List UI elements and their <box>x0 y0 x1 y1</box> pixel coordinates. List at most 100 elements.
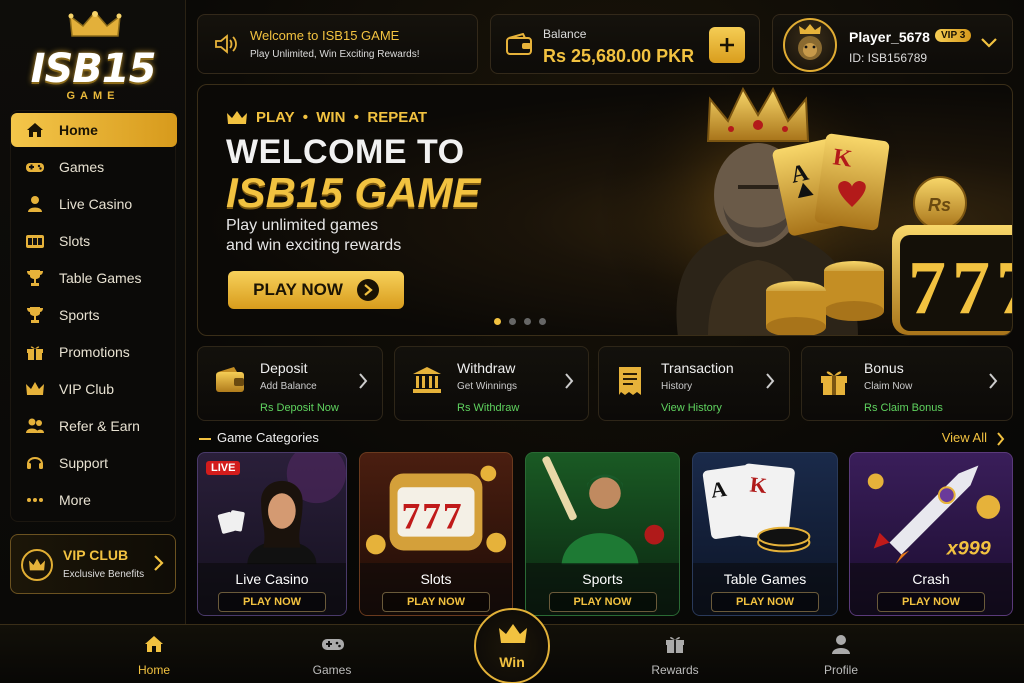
sidebar-item-label: Home <box>59 122 98 138</box>
bank-icon <box>413 367 441 393</box>
sidebar-item-sports[interactable]: Sports <box>11 298 177 332</box>
play-now-button[interactable]: PLAY NOW <box>711 592 819 612</box>
chevron-down-icon[interactable] <box>980 37 998 49</box>
deposit-card[interactable]: Deposit Add Balance Rs Deposit Now <box>197 346 383 421</box>
withdraw-link[interactable]: Rs Withdraw <box>457 402 519 414</box>
trophy-icon <box>27 270 43 286</box>
wallet-icon <box>216 367 244 392</box>
sidebar-item-label: More <box>59 492 91 508</box>
sidebar-item-table-games[interactable]: Table Games <box>11 261 177 295</box>
category-card-crash[interactable]: x999 Crash PLAY NOW <box>849 452 1013 616</box>
carousel-dot[interactable] <box>524 318 531 325</box>
trophy-icon <box>27 307 43 323</box>
app-root: ISB15 GAME Home Games Live Casino Slots <box>0 0 1024 683</box>
hero-artwork: A K Rs 777 <box>598 85 1013 335</box>
sidebar-item-label: Refer & Earn <box>59 418 140 434</box>
transaction-card[interactable]: Transaction History View History <box>598 346 790 421</box>
carousel-dot[interactable] <box>494 318 501 325</box>
rs-coin: Rs <box>913 176 967 230</box>
hero-tagline-text: PLAY • WIN • REPEAT <box>256 109 428 126</box>
bottom-nav-profile[interactable]: Profile <box>796 625 886 683</box>
categories-title: Game Categories <box>217 430 319 445</box>
bottom-nav-win[interactable]: Win <box>474 608 550 683</box>
card-k-label: K <box>749 473 768 499</box>
chevron-right-icon[interactable] <box>997 432 1005 446</box>
slots-art: 777 <box>365 465 507 555</box>
sidebar-item-live-casino[interactable]: Live Casino <box>11 187 177 221</box>
carousel-dot[interactable] <box>509 318 516 325</box>
hero-play-now-button[interactable]: PLAY NOW <box>228 271 404 309</box>
sidebar-nav: Home Games Live Casino Slots Table Games… <box>10 110 177 522</box>
withdraw-sub: Get Winnings <box>457 381 518 392</box>
sidebar-item-home[interactable]: Home <box>11 113 177 147</box>
balance-value: Rs 25,680.00 PKR <box>543 46 695 66</box>
transaction-title: Transaction <box>661 360 734 376</box>
sidebar-item-games[interactable]: Games <box>11 150 177 184</box>
slots-icon <box>26 235 44 248</box>
home-icon <box>27 123 43 137</box>
sidebar-item-more[interactable]: More <box>11 483 177 517</box>
plus-icon <box>720 38 734 52</box>
category-name: Crash <box>912 571 950 587</box>
transaction-link[interactable]: View History <box>661 402 722 414</box>
crown-icon <box>227 110 247 124</box>
bottom-nav-rewards[interactable]: Rewards <box>630 625 720 683</box>
logo-crown-icon <box>68 10 122 37</box>
hero-banner[interactable]: PLAY • WIN • REPEAT WELCOME TO ISB15 GAM… <box>197 84 1013 336</box>
play-now-button[interactable]: PLAY NOW <box>218 592 326 612</box>
hero-play-label: PLAY NOW <box>253 280 343 299</box>
bonus-card[interactable]: Bonus Claim Now Rs Claim Bonus <box>801 346 1013 421</box>
play-now-button[interactable]: PLAY NOW <box>548 592 657 612</box>
crown-icon <box>26 382 44 395</box>
vip-club-title: VIP CLUB <box>63 547 129 563</box>
bonus-title: Bonus <box>864 360 904 376</box>
play-now-button[interactable]: PLAY NOW <box>877 592 985 612</box>
sidebar-item-slots[interactable]: Slots <box>11 224 177 258</box>
sidebar-item-vip-club[interactable]: VIP Club <box>11 372 177 406</box>
sidebar-item-label: Slots <box>59 233 91 249</box>
view-all-link[interactable]: View All <box>942 430 987 445</box>
category-name: Sports <box>582 571 623 587</box>
category-card-table-games[interactable]: A K Table Games PLAY NOW <box>692 452 838 616</box>
deposit-link[interactable]: Rs Deposit Now <box>260 402 339 414</box>
slot-digits: 777 <box>908 246 1013 330</box>
avatar[interactable] <box>783 18 837 72</box>
sidebar-item-support[interactable]: Support <box>11 446 177 480</box>
users-icon <box>26 418 44 433</box>
sidebar-item-label: Table Games <box>59 270 142 286</box>
section-accent <box>199 438 211 440</box>
crash-art: x999 <box>867 465 1001 565</box>
category-card-slots[interactable]: 777 Slots PLAY NOW <box>359 452 513 616</box>
chevron-right-icon <box>154 555 164 571</box>
gift-icon <box>27 346 43 360</box>
brand-logo[interactable]: ISB15 GAME <box>18 10 168 102</box>
bottom-nav-home[interactable]: Home <box>109 625 199 683</box>
user-icon <box>832 635 850 654</box>
add-balance-button[interactable] <box>709 27 745 63</box>
sidebar-item-promotions[interactable]: Promotions <box>11 335 177 369</box>
play-now-button[interactable]: PLAY NOW <box>382 592 490 612</box>
more-icon <box>27 498 43 502</box>
hero-tagline: PLAY • WIN • REPEAT <box>226 109 427 126</box>
sidebar-item-label: Sports <box>59 307 100 323</box>
deposit-title: Deposit <box>260 360 308 376</box>
sidebar-item-label: Live Casino <box>59 196 133 212</box>
sidebar-item-label: Games <box>59 159 105 175</box>
carousel-dot[interactable] <box>539 318 546 325</box>
bottom-nav-games[interactable]: Games <box>287 625 377 683</box>
bonus-link[interactable]: Rs Claim Bonus <box>864 402 943 414</box>
welcome-banner: Welcome to ISB15 GAME Play Unlimited, Wi… <box>197 14 478 74</box>
hero-title-line1: WELCOME TO <box>226 133 465 171</box>
category-card-sports[interactable]: Sports PLAY NOW <box>525 452 680 616</box>
withdraw-card[interactable]: Withdraw Get Winnings Rs Withdraw <box>394 346 589 421</box>
profile-card[interactable]: Player_5678 VIP 3 ID: ISB156789 <box>772 14 1013 74</box>
speaker-icon <box>215 34 237 54</box>
sidebar-item-refer-earn[interactable]: Refer & Earn <box>11 409 177 443</box>
coin-label: Rs <box>928 195 951 215</box>
welcome-title: Welcome to ISB15 GAME <box>250 28 400 43</box>
vip-club-banner[interactable]: VIP CLUB Exclusive Benefits <box>10 534 176 594</box>
vip-badge <box>21 549 53 581</box>
crash-multiplier: x999 <box>946 537 991 559</box>
live-badge: LIVE <box>206 461 241 475</box>
category-card-live-casino[interactable]: LIVE Live Casino PLAY NOW <box>197 452 347 616</box>
